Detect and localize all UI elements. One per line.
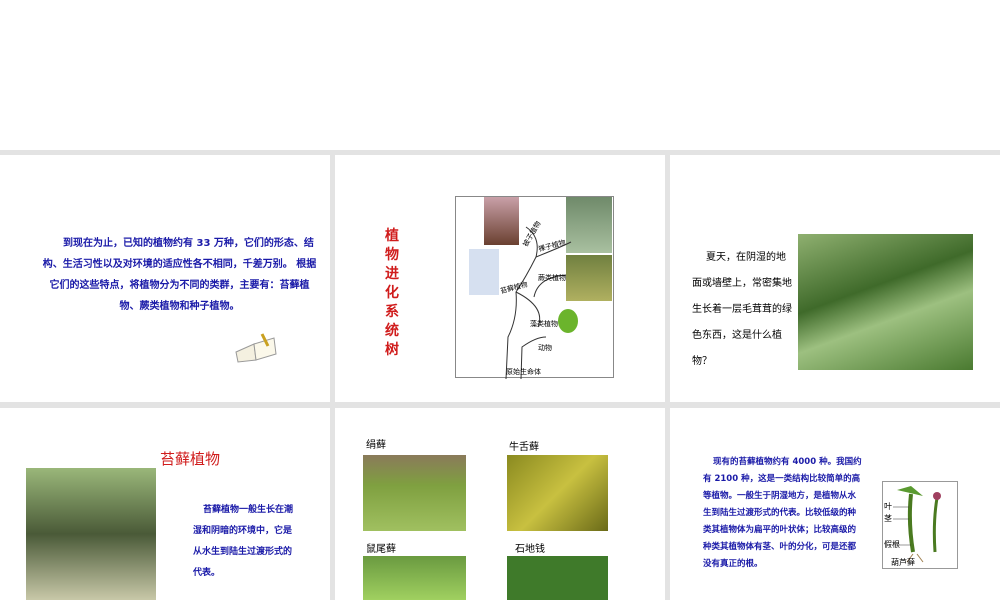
slide-5[interactable]: 绢藓 牛舌藓 鼠尾藓 石地钱	[335, 408, 665, 600]
moss-anatomy-diagram: 叶 茎 假根 葫芦藓	[882, 481, 958, 569]
label-animal: 动物	[538, 344, 552, 352]
moss-photo	[507, 556, 608, 600]
slide-text: 到现在为止，已知的植物约有 33 万种，它们的形态、结构、生活习性以及对环境的适…	[42, 238, 317, 312]
label-algae: 藻类植物	[530, 320, 558, 328]
moss-label: 鼠尾藓	[366, 544, 396, 555]
evolution-tree-diagram: 被子植物 裸子植物 蕨类植物 苔藓植物 藻类植物 动物 原始生命体	[455, 196, 614, 379]
moss-wall-image	[798, 234, 973, 370]
slide-text: 夏天，在阴湿的地面或墙壁上，常密集地生长着一层毛茸茸的绿色东西，这是什么植物？	[692, 252, 792, 367]
slide-3[interactable]: 夏天，在阴湿的地面或墙壁上，常密集地生长着一层毛茸茸的绿色东西，这是什么植物？	[670, 155, 1000, 402]
label-fern: 蕨类植物	[538, 274, 566, 282]
moss-photo	[363, 556, 466, 600]
label-rhizoid: 假根	[884, 540, 900, 549]
moss-label: 绢藓	[366, 440, 386, 451]
moss-label: 石地钱	[515, 544, 545, 555]
moss-label: 牛舌藓	[509, 442, 539, 453]
slide-1[interactable]: 到现在为止，已知的植物约有 33 万种，它们的形态、结构、生活习性以及对环境的适…	[0, 155, 330, 402]
book-icon	[232, 330, 280, 364]
slide-6[interactable]: 现有的苔藓植物约有 4000 种。我国约有 2100 种，这是一类结构比较简单的…	[670, 408, 1000, 600]
garden-image	[26, 468, 156, 600]
top-blank-area	[0, 0, 1000, 150]
slide-text: 苔藓植物一般生长在潮湿和阴暗的环境中，它是从水生到陆生过渡形式的代表。	[193, 505, 294, 578]
slide-2[interactable]: 植物进化系统树 被子植物 裸子植物 蕨类植物 苔藓植物 藻类植物 动物 原始生命…	[335, 155, 665, 402]
moss-photo	[363, 455, 466, 531]
label-stem: 茎	[884, 514, 892, 523]
slide-title: 苔藓植物	[160, 450, 221, 468]
moss-photo	[507, 455, 608, 531]
label-origin: 原始生命体	[506, 368, 541, 376]
label-leaf: 叶	[884, 502, 892, 511]
slide-4[interactable]: 苔藓植物 苔藓植物一般生长在潮湿和阴暗的环境中，它是从水生到陆生过渡形式的代表。	[0, 408, 330, 600]
slide-text: 现有的苔藓植物约有 4000 种。我国约有 2100 种，这是一类结构比较简单的…	[703, 457, 862, 569]
label-funaria: 葫芦藓	[891, 558, 915, 567]
slide-title: 植物进化系统树	[385, 228, 399, 358]
